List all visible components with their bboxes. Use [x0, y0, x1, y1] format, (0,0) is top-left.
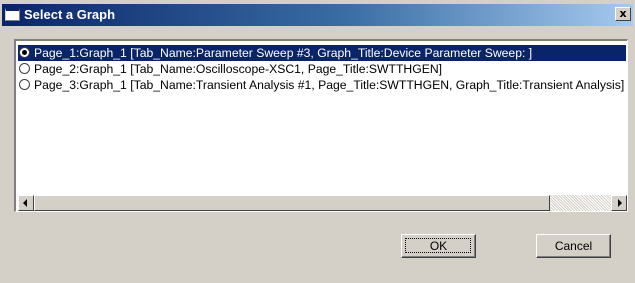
radio-unchecked-icon[interactable]	[19, 79, 30, 90]
list-item-label: Page_3:Graph_1 [Tab_Name:Transient Analy…	[34, 78, 625, 92]
scroll-right-button[interactable]	[611, 195, 627, 211]
graph-list[interactable]: Page_1:Graph_1 [Tab_Name:Parameter Sweep…	[14, 39, 628, 212]
scroll-left-button[interactable]	[18, 195, 34, 211]
scrollbar-thumb[interactable]	[34, 195, 550, 211]
title-bar[interactable]: Select a Graph x	[2, 4, 633, 26]
cancel-button[interactable]: Cancel	[536, 234, 611, 258]
radio-checked-icon[interactable]	[19, 47, 30, 58]
window-icon	[5, 8, 20, 21]
radio-unchecked-icon[interactable]	[19, 63, 30, 74]
list-item-page-2[interactable]: Page_2:Graph_1 [Tab_Name:Oscilloscope-XS…	[18, 61, 626, 77]
close-button[interactable]: x	[615, 7, 631, 21]
list-item-page-1[interactable]: Page_1:Graph_1 [Tab_Name:Parameter Sweep…	[18, 45, 626, 61]
graph-list-items: Page_1:Graph_1 [Tab_Name:Parameter Sweep…	[18, 43, 626, 192]
close-icon: x	[619, 7, 627, 20]
arrow-right-icon	[618, 199, 622, 207]
list-item-label: Page_2:Graph_1 [Tab_Name:Oscilloscope-XS…	[34, 62, 443, 76]
arrow-left-icon	[23, 199, 27, 207]
select-graph-dialog: Select a Graph x Page_1:Graph_1 [Tab_Nam…	[0, 0, 635, 283]
ok-button[interactable]: OK	[401, 234, 476, 258]
dialog-title: Select a Graph	[24, 7, 116, 22]
list-item-page-3[interactable]: Page_3:Graph_1 [Tab_Name:Transient Analy…	[18, 77, 626, 93]
horizontal-scrollbar[interactable]	[18, 195, 627, 211]
list-item-label: Page_1:Graph_1 [Tab_Name:Parameter Sweep…	[34, 46, 533, 60]
